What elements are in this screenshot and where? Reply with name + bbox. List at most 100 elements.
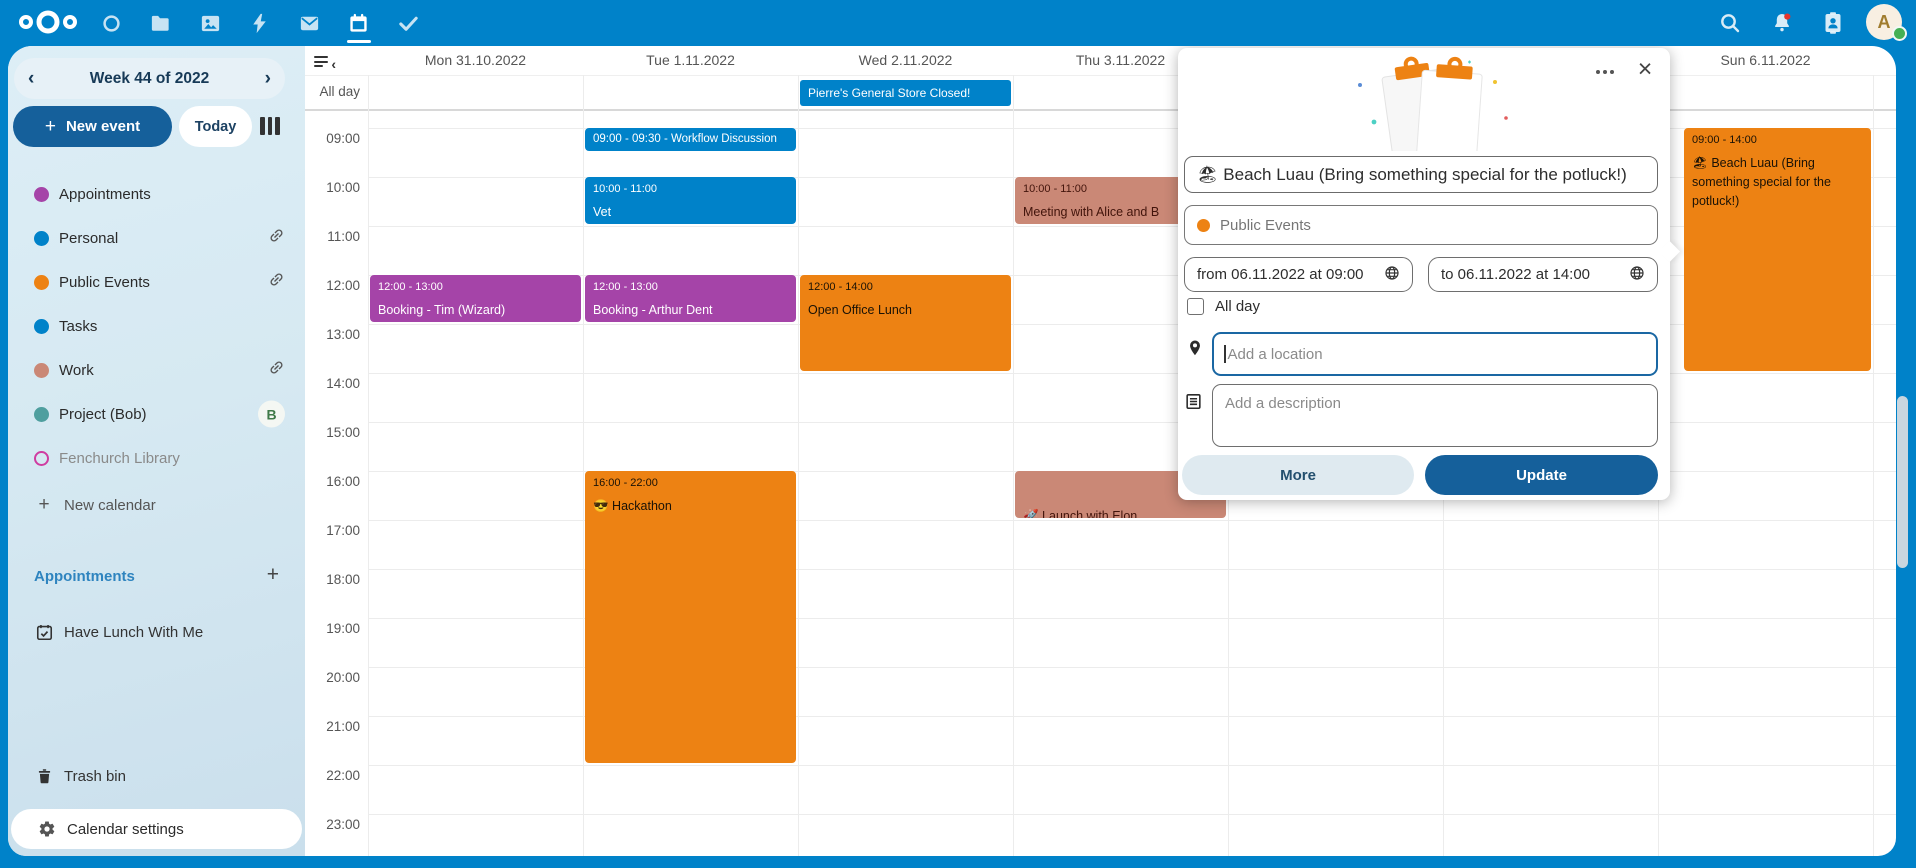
hour-label: 10:00 xyxy=(305,180,360,195)
hour-label: 15:00 xyxy=(305,425,360,440)
day-header-1: Tue 1.11.2022 xyxy=(583,52,798,72)
nextcloud-logo[interactable] xyxy=(16,7,80,42)
start-datetime-field[interactable]: from 06.11.2022 at 09:00 xyxy=(1184,257,1413,292)
calendar-name: Personal xyxy=(59,230,118,247)
event-illustration xyxy=(1338,56,1518,156)
next-week-button[interactable]: › xyxy=(265,69,271,88)
top-bar: A xyxy=(0,0,1916,46)
all-day-label: All day xyxy=(298,84,360,99)
appointment-item-have-lunch[interactable]: Have Lunch With Me xyxy=(8,612,305,652)
calendar-app-icon[interactable] xyxy=(346,10,372,36)
grid-vertical-line xyxy=(368,75,369,856)
add-appointment-config-button[interactable]: + xyxy=(267,564,279,585)
hour-label: 17:00 xyxy=(305,523,360,538)
trash-bin-button[interactable]: Trash bin xyxy=(8,756,305,796)
sidebar-calendar-appointments[interactable]: Appointments xyxy=(8,174,305,214)
location-input[interactable]: Add a location xyxy=(1212,332,1658,376)
new-event-button[interactable]: + New event xyxy=(13,106,172,147)
timezone-globe-icon[interactable] xyxy=(1384,265,1400,285)
event-title: Booking - Tim (Wizard) xyxy=(370,293,581,320)
notifications-bell-icon[interactable] xyxy=(1769,10,1795,36)
share-link-icon[interactable] xyxy=(268,271,285,293)
hour-label: 14:00 xyxy=(305,376,360,391)
hour-label: 13:00 xyxy=(305,327,360,342)
event-1[interactable]: 09:00 - 09:30 - Workflow Discussion xyxy=(585,128,796,151)
event-title-input[interactable]: 🏖 Beach Luau (Bring something special fo… xyxy=(1184,156,1658,193)
event-7[interactable]: 16:00 - 22:00😎 Hackathon xyxy=(585,471,796,763)
calendar-color-dot xyxy=(34,319,49,334)
files-app-icon[interactable] xyxy=(148,10,174,36)
calendar-name: Appointments xyxy=(59,186,151,203)
new-calendar-button[interactable]: + New calendar xyxy=(8,485,305,525)
day-header-2: Wed 2.11.2022 xyxy=(798,52,1013,72)
calendar-name: Tasks xyxy=(59,318,97,335)
contacts-icon[interactable] xyxy=(1820,10,1846,36)
mail-app-icon[interactable] xyxy=(296,10,322,36)
sidebar-calendar-project-bob-[interactable]: Project (Bob)B xyxy=(8,394,305,434)
all-day-checkbox[interactable]: All day xyxy=(1187,298,1260,315)
hour-label: 09:00 xyxy=(305,131,360,146)
calendar-color-dot xyxy=(34,407,49,422)
close-icon[interactable]: × xyxy=(1630,54,1660,84)
update-button[interactable]: Update xyxy=(1425,455,1658,495)
plus-icon: + xyxy=(34,494,54,516)
hour-label: 23:00 xyxy=(305,817,360,832)
event-title: Pierre's General Store Closed! xyxy=(800,80,1011,106)
search-icon[interactable] xyxy=(1717,10,1743,36)
dashboard-app-icon[interactable] xyxy=(98,10,124,36)
end-datetime-field[interactable]: to 06.11.2022 at 14:00 xyxy=(1428,257,1658,292)
toggle-sidebar-icon[interactable]: ‹ xyxy=(314,56,336,72)
previous-week-button[interactable]: ‹ xyxy=(28,69,34,88)
sidebar-calendar-personal[interactable]: Personal xyxy=(8,218,305,258)
vertical-scrollbar-thumb[interactable] xyxy=(1897,396,1908,568)
day-header-0: Mon 31.10.2022 xyxy=(368,52,583,72)
hour-label: 20:00 xyxy=(305,670,360,685)
calendar-settings-button[interactable]: Calendar settings xyxy=(11,809,302,849)
week-selector[interactable]: ‹ Week 44 of 2022 › xyxy=(14,58,285,99)
share-link-icon[interactable] xyxy=(268,359,285,381)
activity-app-icon[interactable] xyxy=(247,10,273,36)
popup-actions-menu-icon[interactable] xyxy=(1590,62,1620,82)
calendar-color-dot xyxy=(34,187,49,202)
sidebar-calendar-work[interactable]: Work xyxy=(8,350,305,390)
grid-vertical-line xyxy=(1013,75,1014,856)
checkbox-box[interactable] xyxy=(1187,298,1204,315)
event-time: 12:00 - 13:00 xyxy=(370,275,581,293)
active-app-indicator xyxy=(347,40,371,43)
event-4[interactable]: 12:00 - 13:00Booking - Arthur Dent xyxy=(585,275,796,322)
calendar-name: Public Events xyxy=(59,274,150,291)
event-2[interactable]: 10:00 - 11:00Vet xyxy=(585,177,796,224)
calendar-check-icon xyxy=(34,623,54,642)
calendar-select[interactable]: Public Events xyxy=(1184,205,1658,245)
event-title: 09:00 - 09:30 - Workflow Discussion xyxy=(585,133,777,145)
more-button[interactable]: More xyxy=(1182,455,1414,495)
event-time: 12:00 - 14:00 xyxy=(800,275,1011,293)
location-pin-icon xyxy=(1186,338,1204,363)
description-input[interactable]: Add a description xyxy=(1212,384,1658,447)
event-title: Open Office Lunch xyxy=(800,293,1011,320)
photos-app-icon[interactable] xyxy=(197,10,223,36)
user-status-dot xyxy=(1892,26,1907,41)
view-switcher-icon[interactable] xyxy=(260,117,282,135)
event-title: 😎 Hackathon xyxy=(585,489,796,516)
share-link-icon[interactable] xyxy=(268,227,285,249)
sidebar-calendar-public-events[interactable]: Public Events xyxy=(8,262,305,302)
event-0[interactable]: Pierre's General Store Closed! xyxy=(800,80,1011,106)
calendar-color-dot xyxy=(34,451,49,466)
plus-icon: + xyxy=(45,116,56,138)
event-5[interactable]: 12:00 - 14:00Open Office Lunch xyxy=(800,275,1011,371)
timezone-globe-icon[interactable] xyxy=(1629,265,1645,285)
event-3[interactable]: 12:00 - 13:00Booking - Tim (Wizard) xyxy=(370,275,581,322)
sidebar-calendar-tasks[interactable]: Tasks xyxy=(8,306,305,346)
event-title: Vet xyxy=(585,195,796,222)
hour-label: 19:00 xyxy=(305,621,360,636)
today-button[interactable]: Today xyxy=(179,106,252,147)
sidebar-calendar-fenchurch-library[interactable]: Fenchurch Library xyxy=(8,438,305,478)
tasks-app-icon[interactable] xyxy=(395,10,421,36)
grid-vertical-line xyxy=(583,75,584,856)
text-cursor xyxy=(1224,345,1226,363)
calendar-color-dot xyxy=(34,275,49,290)
hour-label: 18:00 xyxy=(305,572,360,587)
event-9[interactable]: 09:00 - 14:00🏖 Beach Luau (Bring somethi… xyxy=(1684,128,1871,371)
hour-label: 11:00 xyxy=(305,229,360,244)
